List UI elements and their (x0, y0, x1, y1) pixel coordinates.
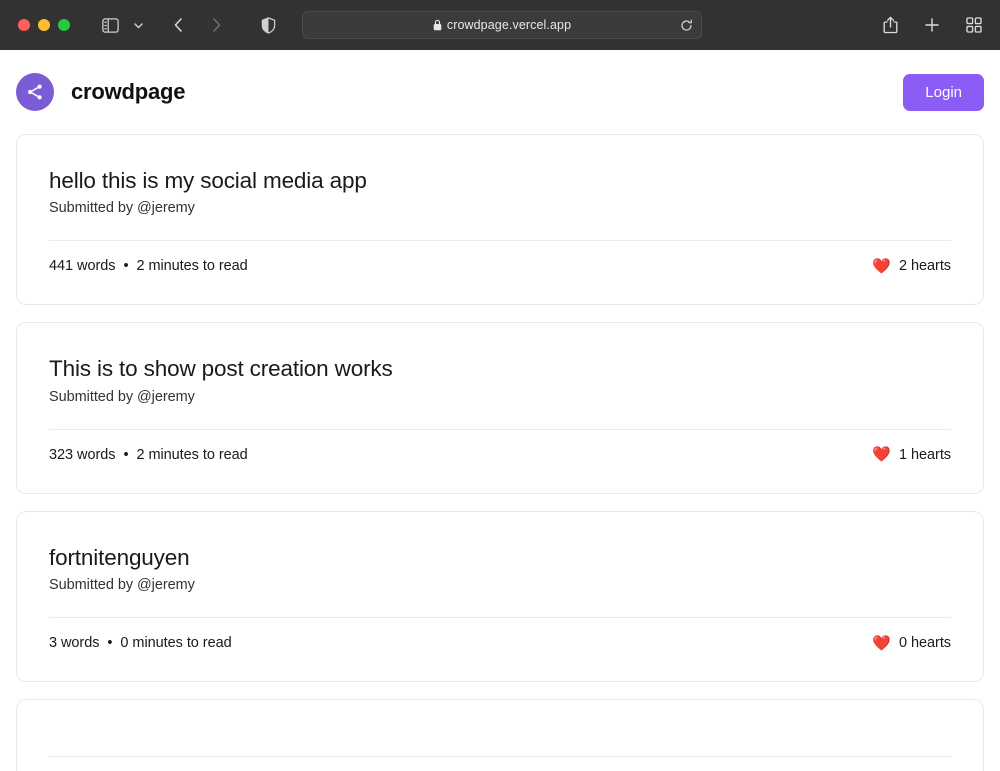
post-read-time: 2 minutes to read (136, 258, 248, 275)
back-button[interactable] (164, 11, 192, 39)
maximize-window-button[interactable] (58, 19, 70, 31)
close-window-button[interactable] (18, 19, 30, 31)
browser-toolbar: crowdpage.vercel.app (0, 0, 1000, 50)
post-word-count: 441 words (49, 258, 116, 275)
share-network-icon (16, 73, 54, 111)
post-card[interactable]: This is to show post creation works Subm… (16, 322, 984, 494)
post-feed: hello this is my social media app Submit… (0, 134, 1000, 771)
post-card[interactable]: fortnitenguyen Submitted by @jeremy 3 wo… (16, 510, 984, 683)
brand-name: crowdpage (71, 79, 186, 104)
browser-right-controls (876, 11, 988, 39)
post-author: Submitted by @jeremy (49, 577, 195, 594)
lock-icon (433, 19, 442, 31)
meta-separator: • (123, 258, 129, 275)
meta-separator: • (107, 635, 113, 652)
share-icon[interactable] (876, 11, 904, 39)
post-word-count: 323 words (49, 446, 116, 463)
post-title: This is to show post creation works (49, 356, 393, 382)
new-tab-button[interactable] (918, 11, 946, 39)
forward-button[interactable] (202, 11, 230, 39)
hearts-count-label: 2 hearts (899, 258, 951, 275)
chevron-down-icon[interactable] (124, 11, 152, 39)
window-traffic-lights (18, 19, 70, 31)
privacy-controls (254, 11, 282, 39)
post-meta: 441 words • 2 minutes to read (49, 258, 248, 274)
post-hearts[interactable]: ❤️ 1 hearts (872, 447, 951, 463)
address-bar[interactable]: crowdpage.vercel.app (302, 11, 702, 39)
post-meta: 323 words • 2 minutes to read (49, 447, 248, 463)
minimize-window-button[interactable] (38, 19, 50, 31)
heart-icon: ❤️ (872, 446, 891, 464)
post-read-time: 0 minutes to read (120, 635, 232, 652)
post-meta: 3 words • 0 minutes to read (49, 635, 232, 651)
post-card[interactable]: hello this is my social media app Submit… (16, 134, 984, 306)
heart-icon: ❤️ (872, 257, 891, 275)
post-footer: 323 words • 2 minutes to read ❤️ 1 heart… (49, 430, 951, 493)
page-content: crowdpage Login hello this is my social … (0, 50, 1000, 771)
tab-overview-button[interactable] (960, 11, 988, 39)
hearts-count-label: 0 hearts (899, 635, 951, 652)
navigation-controls (164, 11, 230, 39)
post-footer: 441 words • 2 minutes to read ❤️ 2 heart… (49, 241, 951, 304)
post-author: Submitted by @jeremy (49, 200, 195, 217)
post-title: fortnitenguyen (49, 544, 190, 570)
meta-separator: • (123, 446, 129, 463)
post-word-count: 3 words (49, 635, 100, 652)
post-title: hello this is my social media app (49, 168, 367, 193)
hearts-count-label: 1 hearts (899, 446, 951, 463)
site-header: crowdpage Login (0, 50, 1000, 134)
brand-logo-link[interactable]: crowdpage (16, 73, 186, 111)
sidebar-controls (96, 11, 152, 39)
address-bar-content: crowdpage.vercel.app (433, 18, 571, 32)
login-button[interactable]: Login (903, 73, 984, 111)
post-footer: ❤️ (49, 757, 951, 771)
reload-button[interactable] (680, 19, 693, 32)
heart-icon: ❤️ (872, 634, 891, 652)
sidebar-icon[interactable] (96, 11, 124, 39)
post-author: Submitted by @jeremy (49, 388, 195, 405)
post-footer: 3 words • 0 minutes to read ❤️ 0 hearts (49, 618, 951, 681)
post-card[interactable]: ❤️ (16, 699, 984, 771)
post-hearts[interactable]: ❤️ 2 hearts (872, 258, 951, 274)
url-text: crowdpage.vercel.app (446, 18, 572, 32)
post-read-time: 2 minutes to read (136, 446, 248, 463)
privacy-shield-icon[interactable] (254, 11, 282, 39)
post-hearts[interactable]: ❤️ 0 hearts (872, 635, 951, 651)
